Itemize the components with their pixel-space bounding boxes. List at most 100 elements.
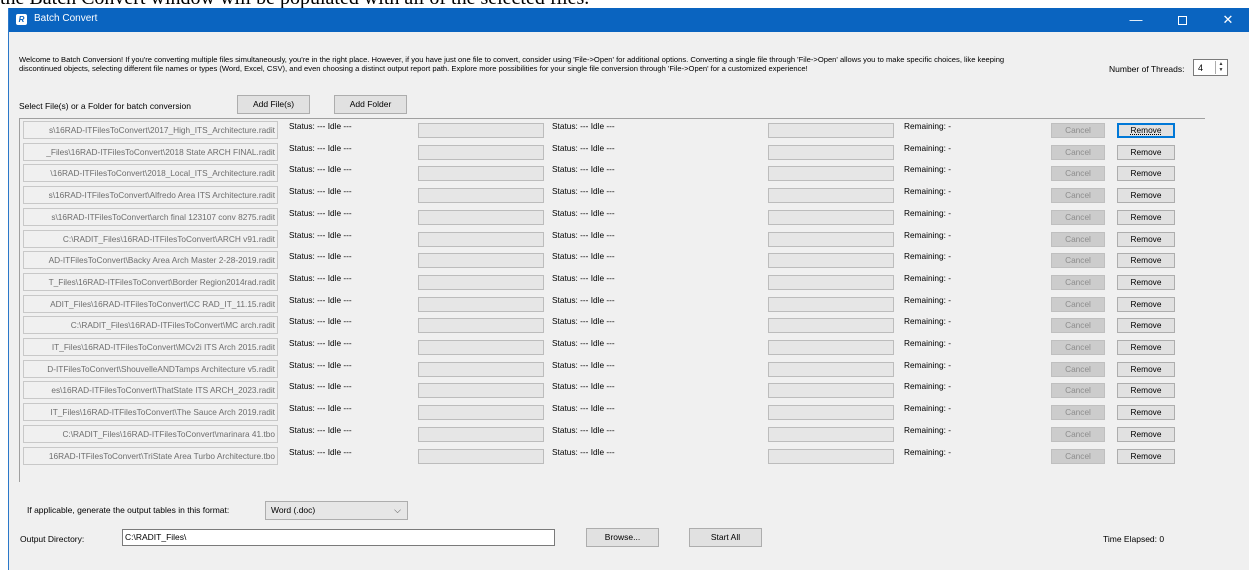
- status-label: Status: --- Idle ---: [289, 186, 352, 197]
- progress-bar: [418, 383, 544, 399]
- status-label: Status: --- Idle ---: [289, 121, 352, 131]
- remaining-label: Remaining: -: [904, 207, 952, 218]
- spin-buttons[interactable]: ▲ ▼: [1215, 61, 1226, 74]
- progress-bar: [768, 405, 894, 421]
- progress-bar: [418, 166, 544, 182]
- remove-button[interactable]: Remove: [1117, 144, 1175, 160]
- file-row: IT_Files\16RAD-ITFilesToConvert\MCv2i IT…: [20, 336, 1205, 358]
- file-path-field: C:\RADIT_Files\16RAD-ITFilesToConvert\ma…: [23, 424, 278, 443]
- remaining-label: Remaining: -: [904, 229, 952, 240]
- progress-bar: [418, 405, 544, 421]
- file-row: C:\RADIT_Files\16RAD-ITFilesToConvert\ma…: [20, 423, 1205, 445]
- status-label: Status: --- Idle ---: [289, 251, 352, 262]
- file-row: C:\RADIT_Files\16RAD-ITFilesToConvert\MC…: [20, 314, 1205, 336]
- remove-button[interactable]: Remove: [1117, 123, 1175, 138]
- cancel-button: Cancel: [1051, 231, 1105, 247]
- file-path-field: 16RAD-ITFilesToConvert\TriState Area Tur…: [23, 446, 278, 465]
- output-directory-input[interactable]: C:\RADIT_Files\: [122, 529, 555, 546]
- progress-bar: [768, 426, 894, 442]
- status-label: Status: --- Idle ---: [552, 316, 615, 327]
- cancel-button: Cancel: [1051, 209, 1105, 225]
- app-logo-icon: R: [16, 14, 27, 25]
- file-list[interactable]: s\16RAD-ITFilesToConvert\2017_High_ITS_A…: [19, 118, 1205, 482]
- status-label: Status: --- Idle ---: [289, 403, 352, 414]
- progress-bar: [768, 123, 894, 138]
- threads-stepper[interactable]: 4 ▲ ▼: [1193, 59, 1228, 76]
- status-label: Status: --- Idle ---: [289, 359, 352, 370]
- status-label: Status: --- Idle ---: [289, 229, 352, 240]
- remove-button[interactable]: Remove: [1117, 188, 1175, 204]
- remove-button[interactable]: Remove: [1117, 231, 1175, 247]
- file-path-field: s\16RAD-ITFilesToConvert\2017_High_ITS_A…: [23, 121, 278, 139]
- remove-button[interactable]: Remove: [1117, 361, 1175, 377]
- progress-bar: [768, 318, 894, 334]
- remove-button[interactable]: Remove: [1117, 253, 1175, 269]
- status-label: Status: --- Idle ---: [289, 294, 352, 305]
- remove-button[interactable]: Remove: [1117, 340, 1175, 355]
- remove-button[interactable]: Remove: [1117, 426, 1175, 442]
- progress-bar: [418, 426, 544, 442]
- remaining-label: Remaining: -: [904, 121, 952, 131]
- file-path-field: ADIT_Files\16RAD-ITFilesToConvert\CC RAD…: [23, 294, 278, 313]
- cancel-button: Cancel: [1051, 318, 1105, 334]
- remove-button[interactable]: Remove: [1117, 274, 1175, 290]
- intro-text: Welcome to Batch Conversion! If you're c…: [19, 55, 1005, 73]
- status-label: Status: --- Idle ---: [552, 294, 615, 305]
- progress-bar: [418, 318, 544, 334]
- file-row: es\16RAD-ITFilesToConvert\ThatState ITS …: [20, 379, 1205, 401]
- progress-bar: [768, 296, 894, 312]
- status-label: Status: --- Idle ---: [289, 164, 352, 175]
- remove-button[interactable]: Remove: [1117, 405, 1175, 421]
- remove-button[interactable]: Remove: [1117, 209, 1175, 225]
- minimize-button[interactable]: —: [1117, 8, 1155, 32]
- select-files-label: Select File(s) or a Folder for batch con…: [19, 101, 191, 111]
- cancel-button: Cancel: [1051, 361, 1105, 377]
- title-bar[interactable]: R Batch Convert — ✕: [9, 8, 1249, 32]
- close-button[interactable]: ✕: [1209, 8, 1247, 32]
- status-label: Status: --- Idle ---: [552, 424, 615, 435]
- remaining-label: Remaining: -: [904, 403, 952, 414]
- progress-bar: [768, 383, 894, 399]
- progress-bar: [768, 448, 894, 464]
- remove-button[interactable]: Remove: [1117, 448, 1175, 464]
- format-select[interactable]: Word (.doc) ⌵: [265, 501, 408, 520]
- status-label: Status: --- Idle ---: [289, 338, 352, 348]
- maximize-icon: [1177, 16, 1187, 26]
- file-row: _Files\16RAD-ITFilesToConvert\2018 State…: [20, 141, 1205, 163]
- spin-down-icon[interactable]: ▼: [1216, 67, 1226, 73]
- remaining-label: Remaining: -: [904, 142, 952, 153]
- remaining-label: Remaining: -: [904, 359, 952, 370]
- remaining-label: Remaining: -: [904, 164, 952, 175]
- cancel-button: Cancel: [1051, 405, 1105, 421]
- file-path-field: AD-ITFilesToConvert\Backy Area Arch Mast…: [23, 251, 278, 270]
- progress-bar: [768, 253, 894, 269]
- remove-button[interactable]: Remove: [1117, 296, 1175, 312]
- cancel-button: Cancel: [1051, 448, 1105, 464]
- file-path-field: IT_Files\16RAD-ITFilesToConvert\MCv2i IT…: [23, 338, 278, 356]
- threads-value: 4: [1198, 63, 1204, 73]
- remove-button[interactable]: Remove: [1117, 383, 1175, 399]
- format-label: If applicable, generate the output table…: [27, 505, 230, 515]
- progress-bar: [768, 188, 894, 204]
- status-label: Status: --- Idle ---: [552, 403, 615, 414]
- remove-button[interactable]: Remove: [1117, 166, 1175, 182]
- progress-bar: [418, 296, 544, 312]
- maximize-button[interactable]: [1163, 8, 1201, 32]
- remaining-label: Remaining: -: [904, 186, 952, 197]
- add-folder-button[interactable]: Add Folder: [334, 95, 407, 114]
- progress-bar: [418, 123, 544, 138]
- browse-button[interactable]: Browse...: [586, 528, 659, 547]
- format-selected-value: Word (.doc): [271, 505, 316, 515]
- status-label: Status: --- Idle ---: [289, 272, 352, 283]
- add-files-button[interactable]: Add File(s): [237, 95, 310, 114]
- start-all-button[interactable]: Start All: [689, 528, 762, 547]
- remove-button[interactable]: Remove: [1117, 318, 1175, 334]
- file-row: s\16RAD-ITFilesToConvert\Alfredo Area IT…: [20, 184, 1205, 206]
- remaining-label: Remaining: -: [904, 424, 952, 435]
- remaining-label: Remaining: -: [904, 381, 952, 392]
- remaining-label: Remaining: -: [904, 294, 952, 305]
- progress-bar: [418, 231, 544, 247]
- progress-bar: [418, 253, 544, 269]
- progress-bar: [768, 340, 894, 355]
- progress-bar: [418, 361, 544, 377]
